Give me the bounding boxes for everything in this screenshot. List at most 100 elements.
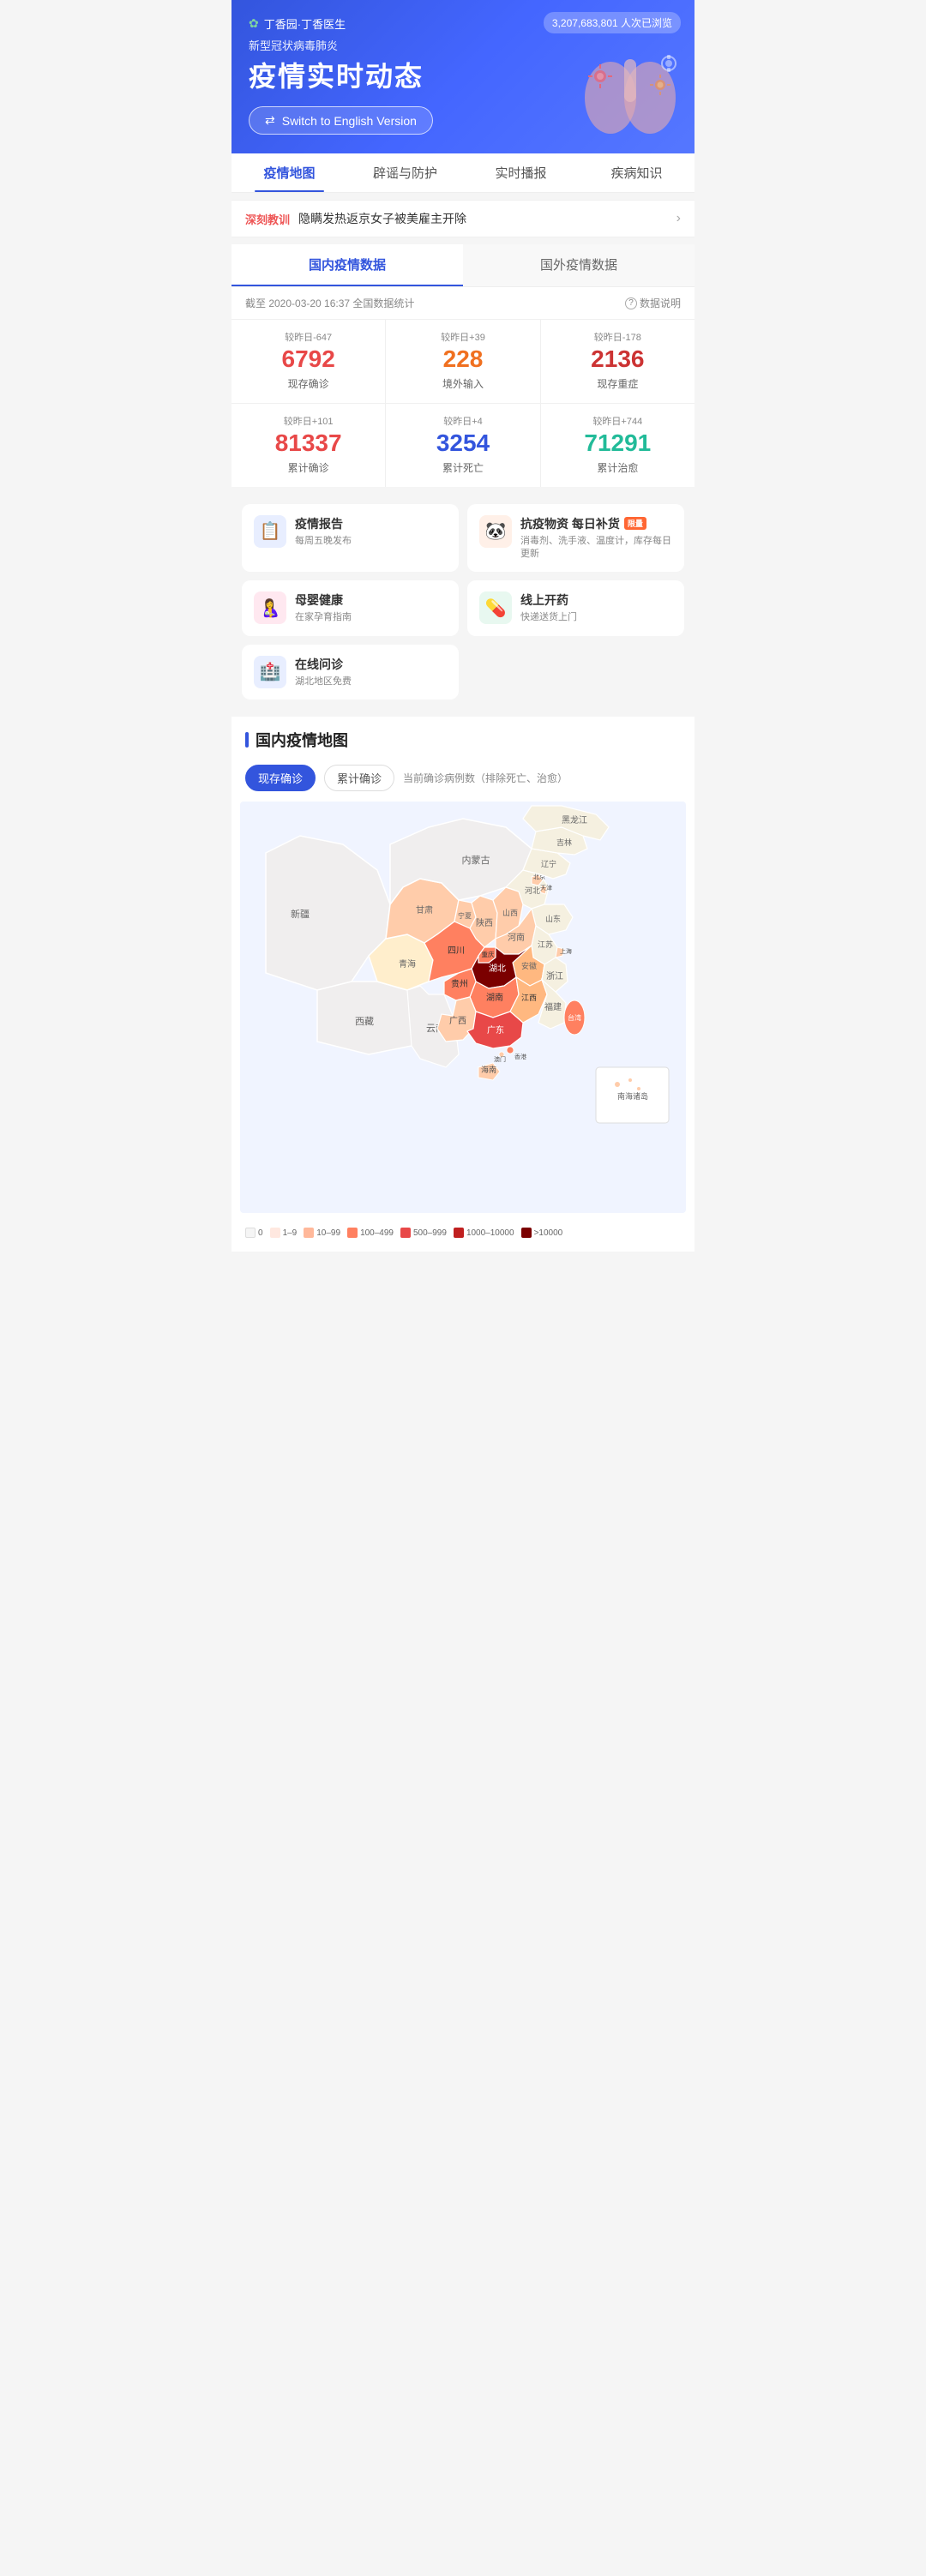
legend-item-0: 0	[245, 1228, 263, 1238]
tab-rumor-prevention[interactable]: 辟谣与防护	[347, 153, 463, 192]
legend-box-100	[347, 1228, 358, 1238]
swap-icon: ⇄	[265, 113, 275, 128]
english-btn-label: Switch to English Version	[282, 114, 417, 128]
stat-value-3: 81337	[244, 430, 373, 457]
stat-overseas-input: 较昨日+39 228 境外输入	[386, 320, 539, 403]
legend-item-1: 1–9	[270, 1228, 298, 1238]
svg-text:海南: 海南	[481, 1065, 496, 1074]
legend-box-1	[270, 1228, 280, 1238]
stat-total-confirmed: 较昨日+101 81337 累计确诊	[232, 404, 385, 487]
services-section: 📋 疫情报告 每周五晚发布 🐼 抗疫物资 每日补货 限量 消毒剂、洗手液、温度计…	[232, 494, 694, 711]
svg-text:上海: 上海	[560, 947, 572, 955]
report-icon: 📋	[254, 515, 286, 548]
service-title-maternal: 母婴健康	[295, 591, 447, 609]
map-filter-total[interactable]: 累计确诊	[324, 765, 394, 791]
stat-value-2: 2136	[553, 346, 682, 373]
service-info-report: 疫情报告 每周五晚发布	[295, 515, 447, 548]
svg-text:山东: 山东	[545, 914, 561, 923]
legend-box-0	[245, 1228, 256, 1238]
tab-domestic-data[interactable]: 国内疫情数据	[232, 244, 463, 286]
english-version-button[interactable]: ⇄ Switch to English Version	[249, 106, 433, 135]
legend-item-1000: 1000–10000	[454, 1228, 514, 1238]
tab-overseas-data[interactable]: 国外疫情数据	[463, 244, 694, 286]
data-help[interactable]: ? 数据说明	[625, 296, 681, 310]
supplies-icon: 🐼	[479, 515, 512, 548]
service-info-consultation: 在线问诊 湖北地区免费	[295, 656, 447, 688]
china-map-container: 新疆 西藏 青海 甘肃 内蒙古 宁夏 陕西 山西 河北	[232, 802, 694, 1217]
svg-text:澳门: 澳门	[494, 1055, 506, 1063]
svg-text:湖北: 湖北	[489, 964, 506, 974]
map-filter-existing[interactable]: 现存确诊	[245, 765, 316, 791]
svg-text:陕西: 陕西	[476, 917, 493, 928]
stat-existing-confirmed: 较昨日-647 6792 现存确诊	[232, 320, 385, 403]
service-desc-supplies: 消毒剂、洗手液、温度计，库存每日更新	[520, 535, 672, 561]
svg-text:重庆: 重庆	[482, 950, 495, 958]
china-map-svg: 新疆 西藏 青海 甘肃 内蒙古 宁夏 陕西 山西 河北	[240, 802, 686, 1213]
stats-grid: 较昨日-647 6792 现存确诊 较昨日+39 228 境外输入 较昨日-17…	[232, 319, 694, 487]
service-card-supplies[interactable]: 🐼 抗疫物资 每日补货 限量 消毒剂、洗手液、温度计，库存每日更新	[467, 504, 684, 573]
stat-change-4: 较昨日+4	[398, 414, 527, 428]
service-card-medicine[interactable]: 💊 线上开药 快递送货上门	[467, 580, 684, 635]
stat-value-5: 71291	[553, 430, 682, 457]
svg-text:内蒙古: 内蒙古	[462, 854, 490, 866]
maternal-icon: 🤱	[254, 591, 286, 624]
service-title-medicine: 线上开药	[520, 591, 672, 609]
news-banner[interactable]: 深刻教训 隐瞒发热返京女子被美雇主开除 ›	[232, 200, 694, 237]
service-card-consultation[interactable]: 🏥 在线问诊 湖北地区免费	[242, 645, 459, 700]
data-section: 国内疫情数据 国外疫情数据 截至 2020-03-20 16:37 全国数据统计…	[232, 244, 694, 487]
legend-box-10	[304, 1228, 314, 1238]
nav-tabs: 疫情地图 辟谣与防护 实时播报 疾病知识	[232, 153, 694, 193]
visit-count: 3,207,683,801 人次已浏览	[544, 12, 681, 33]
logo-text: 丁香园·丁香医生	[264, 15, 346, 32]
stat-label-4: 累计死亡	[398, 460, 527, 475]
stat-severe-cases: 较昨日-178 2136 现存重症	[541, 320, 694, 403]
tab-realtime-broadcast[interactable]: 实时播报	[463, 153, 579, 192]
help-icon: ?	[625, 297, 637, 309]
section-bar	[245, 732, 249, 748]
map-filter: 现存确诊 累计确诊 当前确诊病例数（排除死亡、治愈）	[232, 760, 694, 802]
svg-text:江西: 江西	[521, 994, 537, 1002]
service-title-consultation: 在线问诊	[295, 656, 447, 673]
stat-value-1: 228	[398, 346, 527, 373]
tab-epidemic-map[interactable]: 疫情地图	[232, 153, 347, 192]
service-card-report[interactable]: 📋 疫情报告 每周五晚发布	[242, 504, 459, 573]
svg-text:黑龙江: 黑龙江	[562, 814, 587, 826]
news-tag: 深刻教训	[245, 211, 290, 227]
stat-value-4: 3254	[398, 430, 527, 457]
header: ✿ 丁香园·丁香医生 3,207,683,801 人次已浏览 新型冠状病毒肺炎 …	[232, 0, 694, 153]
svg-text:山西: 山西	[502, 909, 518, 917]
stat-label-5: 累计治愈	[553, 460, 682, 475]
legend-item-10000: >10000	[521, 1228, 563, 1238]
map-section: 国内疫情地图 现存确诊 累计确诊 当前确诊病例数（排除死亡、治愈） 新疆 西藏 …	[232, 717, 694, 1252]
news-arrow-icon: ›	[676, 211, 681, 226]
stat-change-1: 较昨日+39	[398, 330, 527, 344]
stat-label-2: 现存重症	[553, 376, 682, 391]
map-section-title: 国内疫情地图	[256, 729, 348, 751]
service-info-supplies: 抗疫物资 每日补货 限量 消毒剂、洗手液、温度计，库存每日更新	[520, 515, 672, 561]
svg-text:南海诸岛: 南海诸岛	[617, 1091, 648, 1101]
svg-text:吉林: 吉林	[556, 838, 572, 847]
svg-text:宁夏: 宁夏	[458, 911, 472, 920]
svg-text:安徽: 安徽	[521, 961, 537, 970]
svg-text:香港: 香港	[514, 1053, 526, 1060]
svg-text:江苏: 江苏	[538, 940, 553, 949]
svg-text:河北: 河北	[525, 886, 540, 895]
svg-text:福建: 福建	[544, 1001, 562, 1012]
stat-value-0: 6792	[244, 346, 373, 373]
service-badge-supplies: 限量	[624, 517, 646, 530]
service-info-medicine: 线上开药 快递送货上门	[520, 591, 672, 624]
svg-text:四川: 四川	[448, 946, 465, 956]
service-card-maternal[interactable]: 🤱 母婴健康 在家孕育指南	[242, 580, 459, 635]
svg-text:河南: 河南	[508, 932, 525, 943]
svg-text:青海: 青海	[399, 958, 416, 970]
tab-disease-knowledge[interactable]: 疾病知识	[579, 153, 694, 192]
service-desc-consultation: 湖北地区免费	[295, 676, 447, 688]
legend-item-100: 100–499	[347, 1228, 394, 1238]
news-text: 隐瞒发热返京女子被美雇主开除	[298, 210, 670, 227]
svg-text:西藏: 西藏	[355, 1016, 374, 1027]
stat-change-0: 较昨日-647	[244, 330, 373, 344]
legend-box-500	[400, 1228, 411, 1238]
stat-label-1: 境外输入	[398, 376, 527, 391]
svg-text:广东: 广东	[487, 1024, 504, 1036]
svg-text:台湾: 台湾	[568, 1013, 581, 1022]
